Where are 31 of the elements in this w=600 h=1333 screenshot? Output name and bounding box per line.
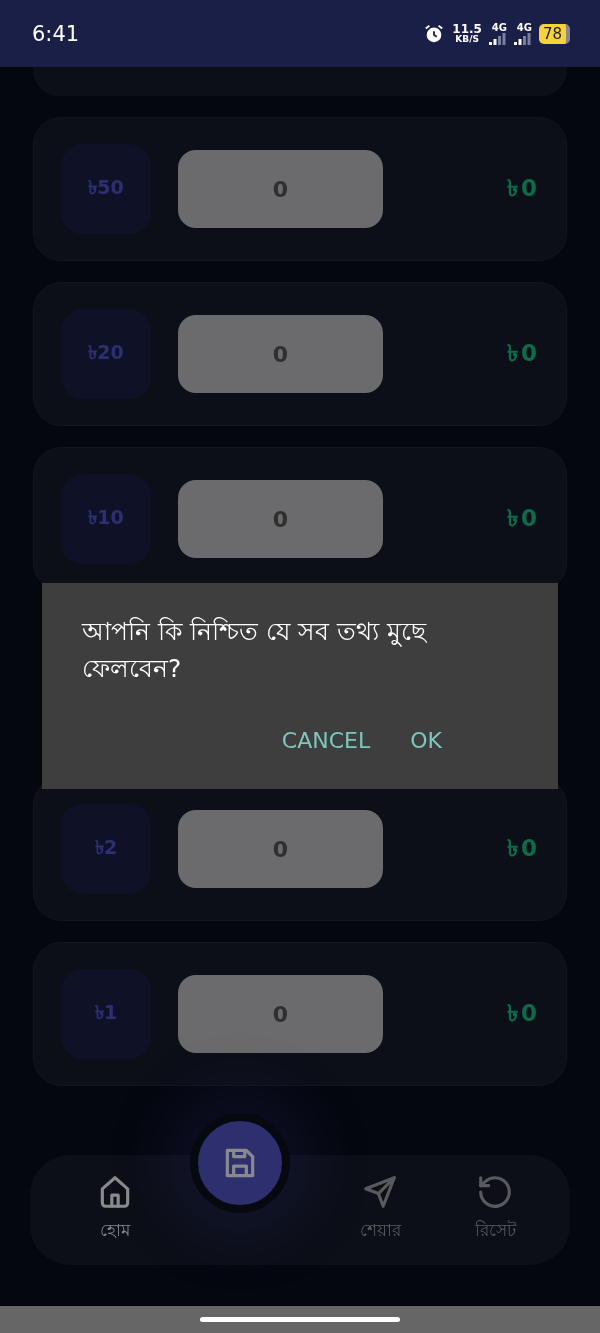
row-total: ৳0 [507,173,540,203]
speed-value: 11.5 [452,23,482,35]
dialog-button[interactable]: OK [410,728,442,753]
status-time: 6:41 [32,21,81,46]
signal-icon [513,32,532,45]
network-type: 4G [516,22,532,33]
row-total: ৳0 [507,503,540,533]
count-field[interactable]: 0 [178,810,383,888]
dialog-message: আপনি কি নিশ্চিত যে সব তথ্য মুছে ফেলবেন? [82,616,428,685]
denomination-label: ৳1 [61,969,151,1059]
row-total: ৳0 [507,338,540,368]
count-field[interactable]: 0 [178,480,383,558]
denomination-label: ৳2 [61,804,151,894]
battery-level: 78 [538,23,570,44]
row-total: ৳0 [507,833,540,863]
nav-tab[interactable]: শেয়ার [335,1173,425,1245]
network-type: 4G [491,22,507,33]
nav-tab[interactable]: হোম [70,1173,160,1245]
count-field[interactable]: 0 [178,975,383,1053]
nav-tab[interactable]: রিসেট [450,1173,540,1245]
denomination-label: ৳20 [61,309,151,399]
speed-unit: KB/S [455,35,479,44]
reset-icon [476,1173,514,1211]
send-icon [361,1173,399,1211]
row-total: ৳0 [507,998,540,1028]
count-field[interactable]: 0 [178,315,383,393]
denomination-label: ৳10 [61,474,151,564]
count-field[interactable]: 0 [178,150,383,228]
denomination-label: ৳50 [61,144,151,234]
signal-icon [488,32,507,45]
dialog-button[interactable]: CANCEL [281,728,371,753]
